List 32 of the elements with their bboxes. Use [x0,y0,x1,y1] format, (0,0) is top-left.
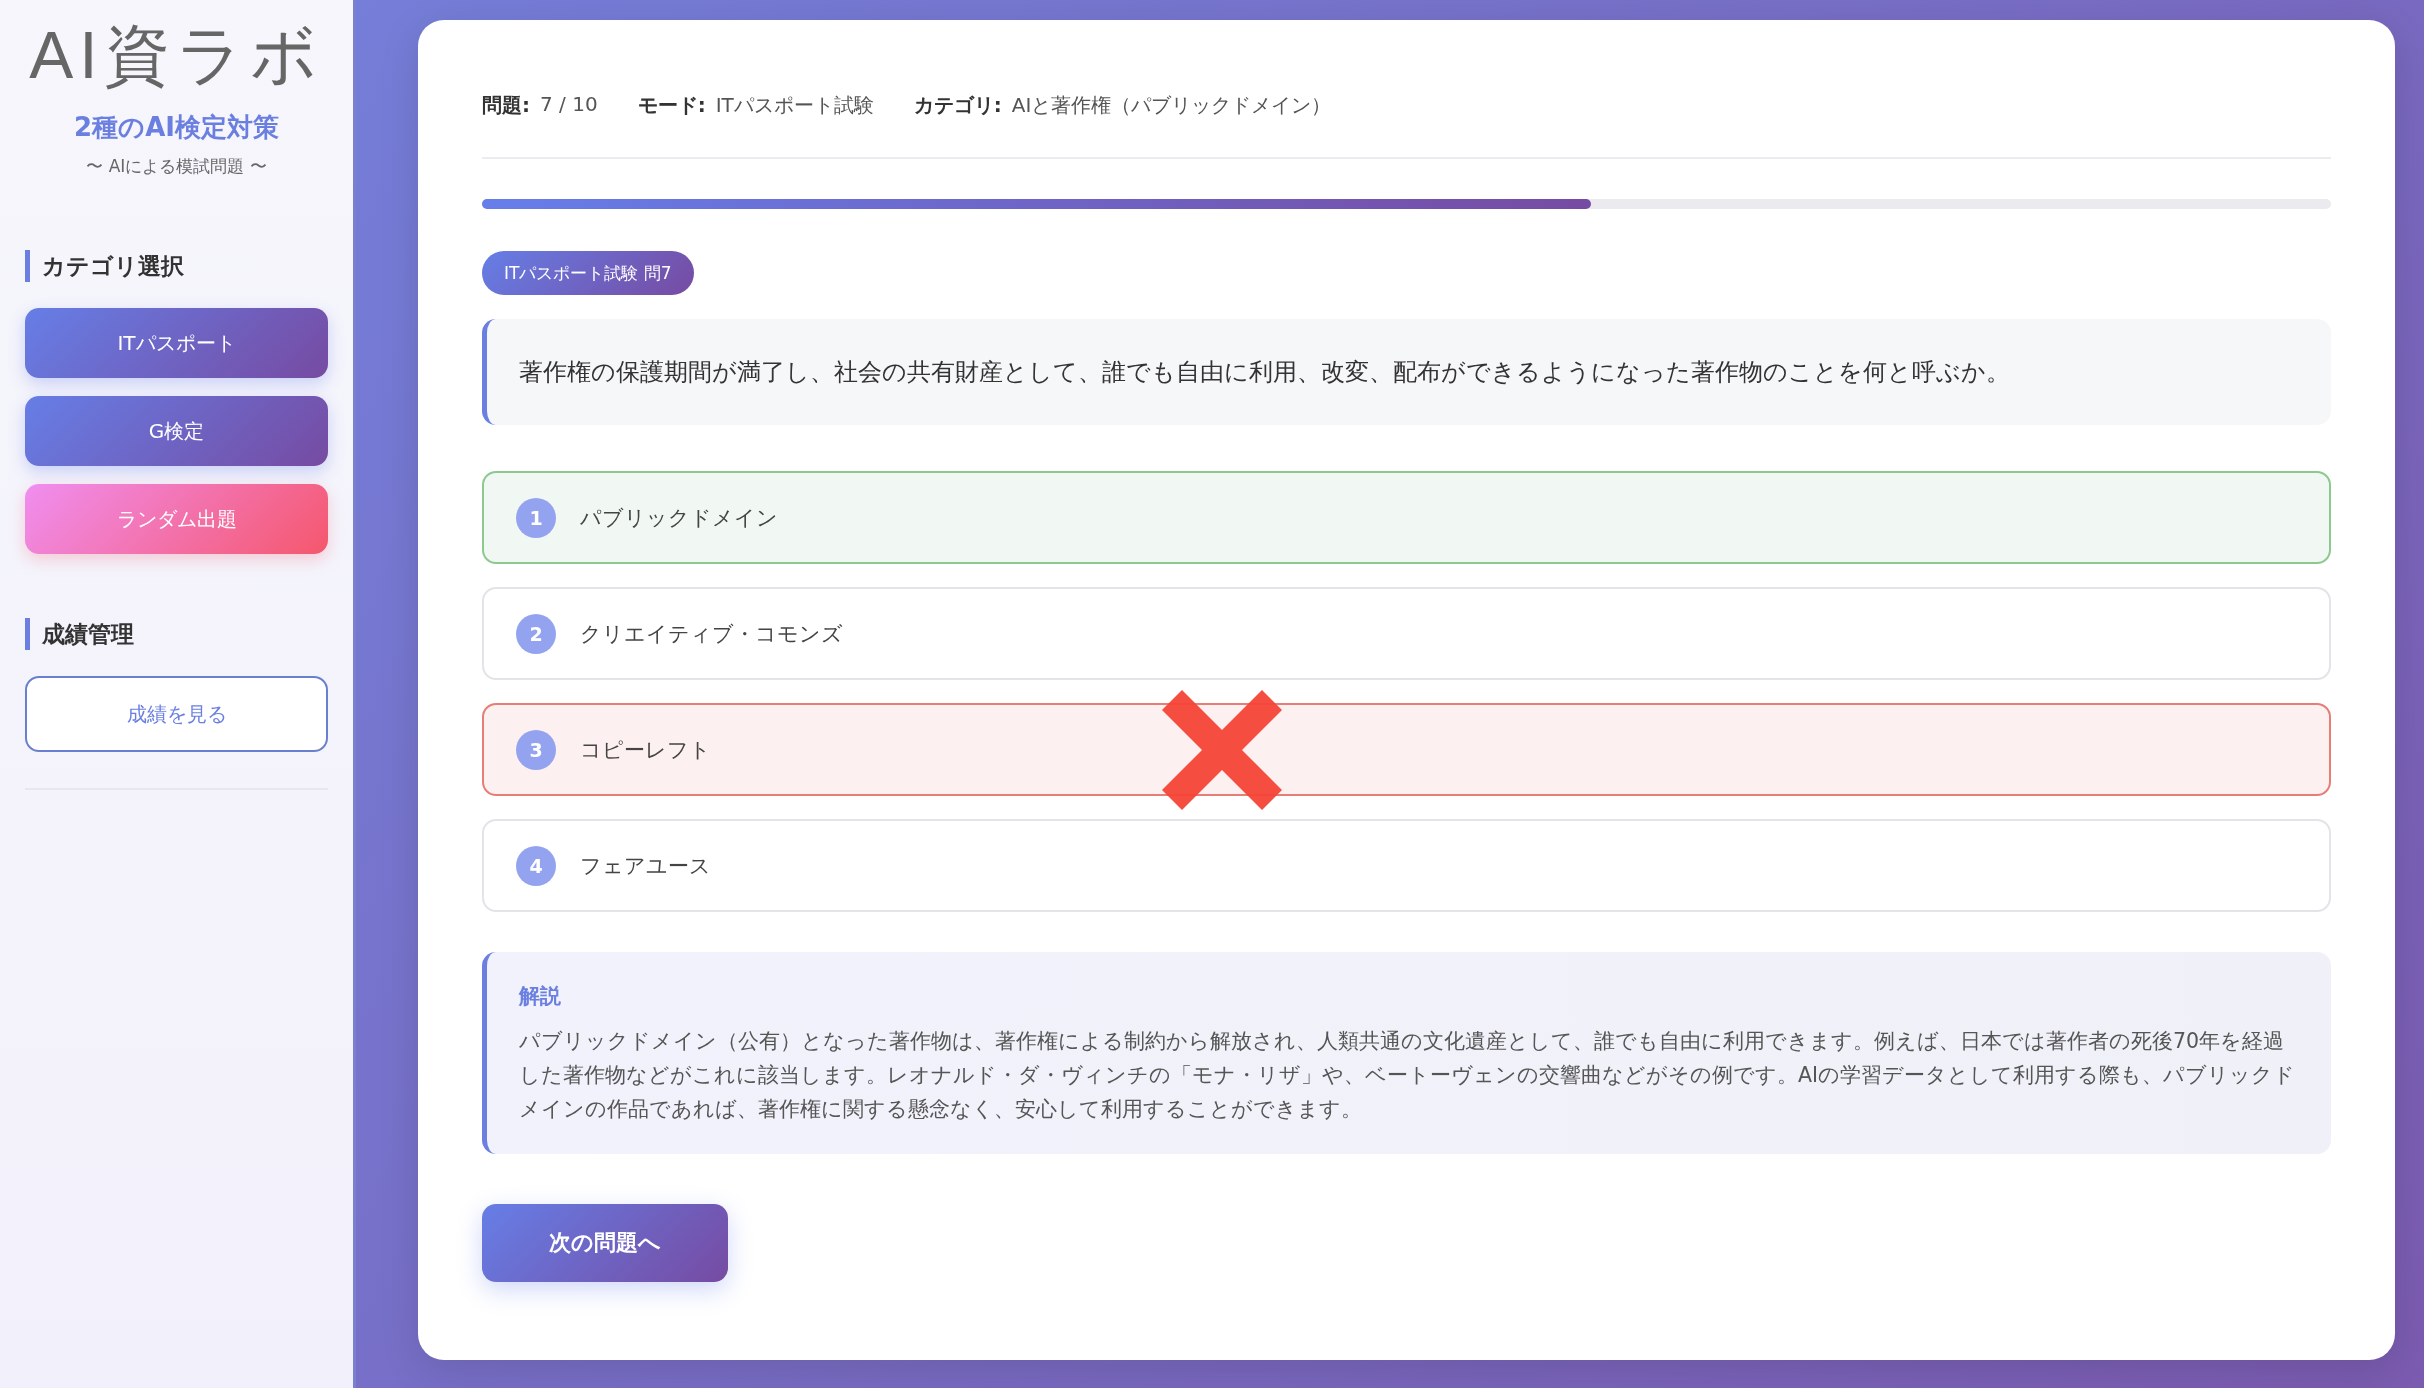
answer-option[interactable]: 4 フェアユース [482,819,2331,912]
section-heading: 成績管理 [25,618,328,650]
category-button[interactable]: G検定 [25,396,328,466]
category-button[interactable]: ランダム出題 [25,484,328,554]
option-text: コピーレフト [580,736,711,764]
answer-option[interactable]: 2 クリエイティブ・コモンズ [482,587,2331,680]
option-number: 2 [516,613,556,654]
option-text: パブリックドメイン [580,504,778,532]
meta-value: ITパスポート試験 [715,92,874,119]
question-text: 著作権の保護期間が満了し、社会の共有財産として、誰でも自由に利用、改変、配布ができるようになった著作物のことを何と呼ぶか。 [482,319,2331,425]
option-number: 1 [516,497,556,538]
meta-label: カテゴリ: [913,92,1002,119]
logo: AI資ラボ [29,22,324,88]
answer-option[interactable]: 3 コピーレフト [482,703,2331,796]
next-button[interactable]: 次の問題へ [482,1204,728,1282]
category-button[interactable]: ITパスポート [25,308,328,378]
meta-label: 問題: [482,92,530,119]
question-badge: ITパスポート試験 問7 [482,251,694,295]
section-heading: カテゴリ選択 [25,250,328,282]
sidebar-title: 2種のAI検定対策 [74,111,279,144]
answer-option[interactable]: 1 パブリックドメイン [482,471,2331,564]
sidebar-subtitle: 〜 AIによる模試問題 〜 [86,155,267,178]
explanation-text: パブリックドメイン（公有）となった著作物は、著作権による制約から解放され、人類共通の文化遺産として、誰でも自由に利用できます。例えば、日本では著作者の死後70年を経過した著作物などがこれに該当します。レオナルド・ダ・ヴィンチの「モナ・リザ」や、ベートーヴェンの交響曲などがその例です。AIの学習データとして利用する際も、パブリックドメインの作品であれば、著作権に関する懸念なく、安心して利用することができます。 [519,1028,2297,1123]
option-number: 4 [516,845,556,886]
option-number: 3 [516,729,556,770]
meta-label: モード: [637,92,706,119]
option-text: クリエイティブ・コモンズ [580,620,843,648]
option-text: フェアユース [580,852,711,880]
explanation-title: 解説 [519,983,562,1010]
meta-value: AIと著作権（パブリックドメイン） [1011,92,1332,119]
category-button[interactable]: 成績を見る [25,676,328,752]
meta-value: 7 / 10 [540,92,598,118]
